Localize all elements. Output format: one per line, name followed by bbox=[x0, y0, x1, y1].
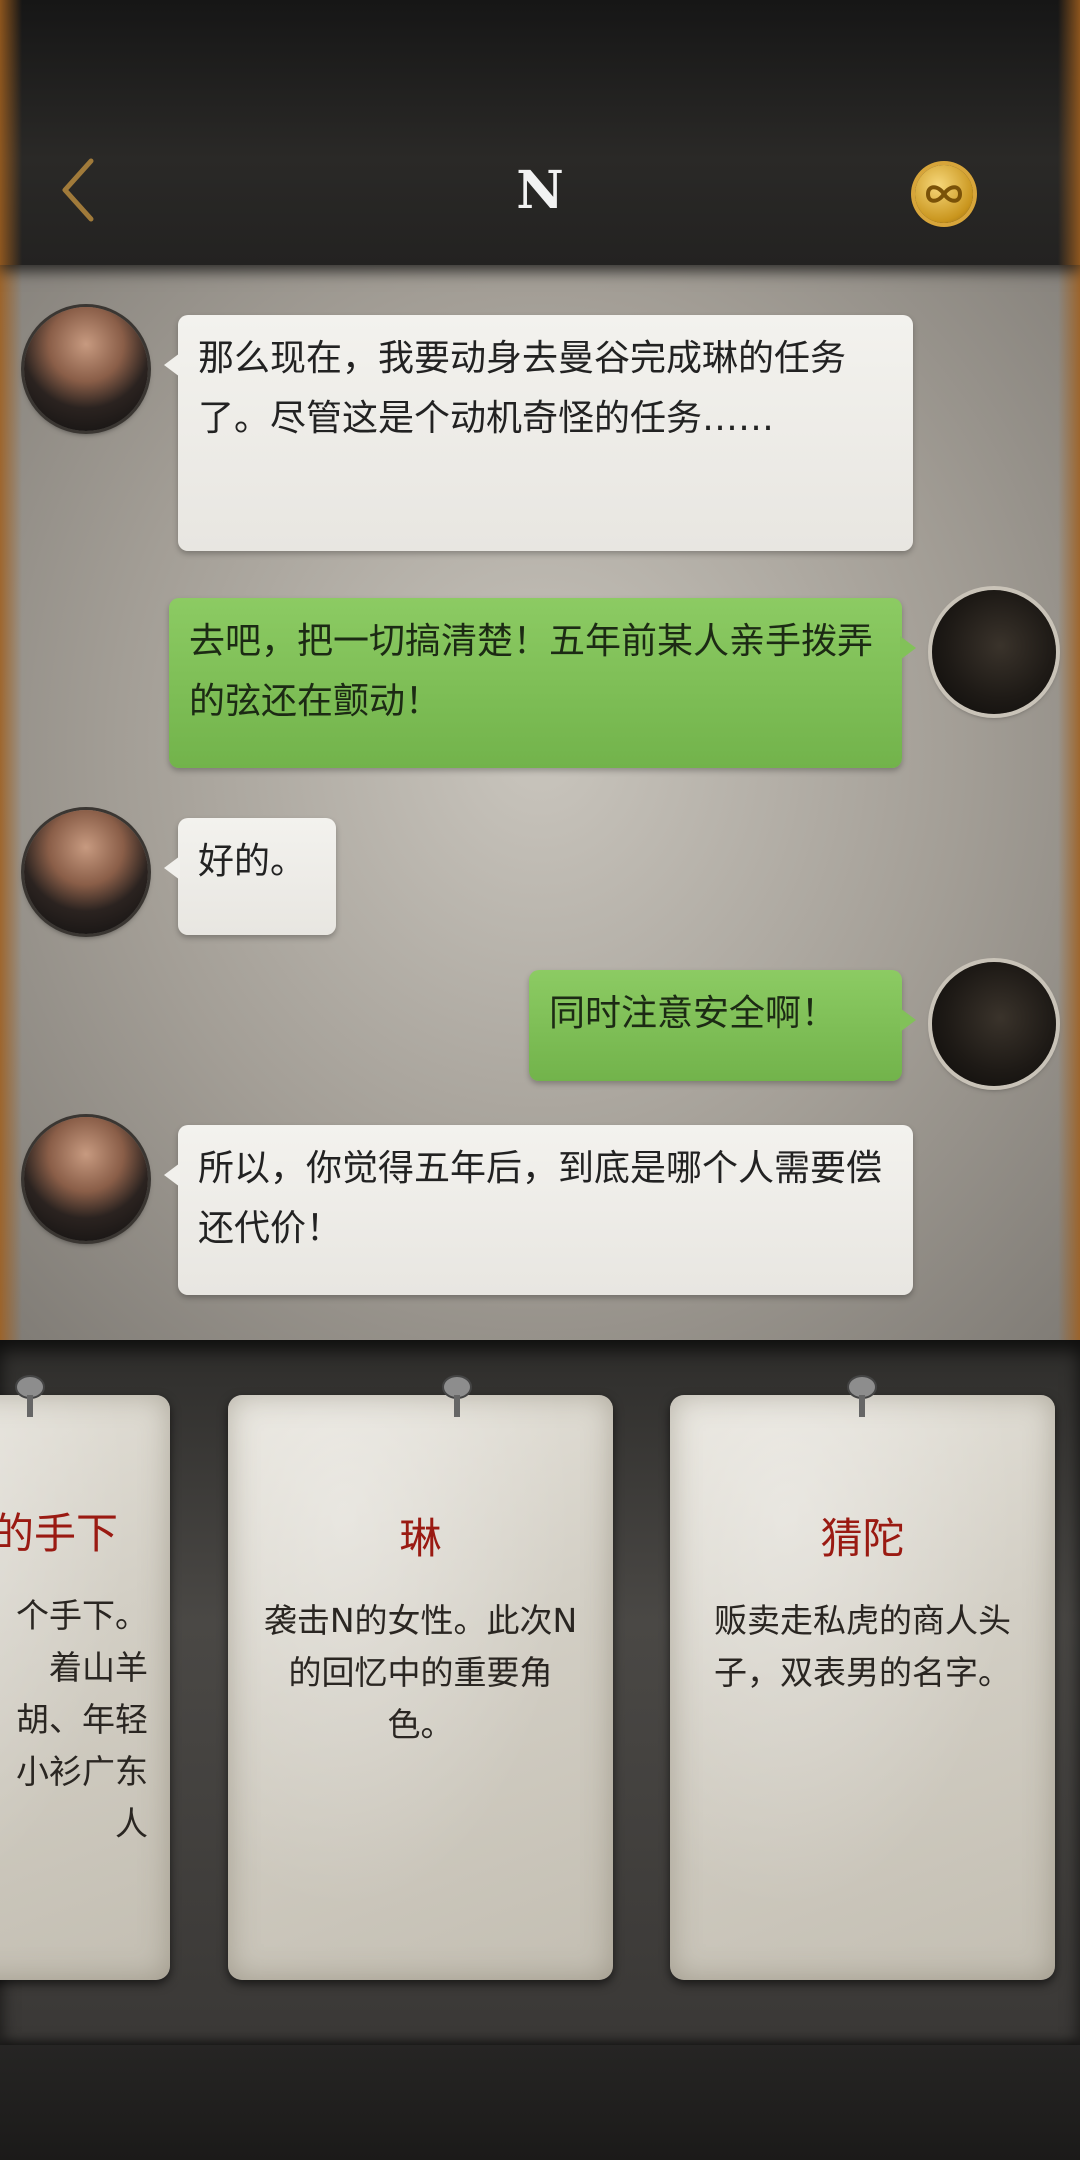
coin-button[interactable] bbox=[915, 165, 973, 223]
message-bubble-incoming: 好的。 bbox=[164, 818, 336, 935]
chat-area[interactable]: 那么现在，我要动身去曼谷完成琳的任务了。尽管这是个动机奇怪的任务…… 去吧，把一… bbox=[0, 265, 1080, 1340]
infinity-coin-icon bbox=[925, 185, 963, 203]
card-description: 袭击N的女性。此次N的回忆中的重要角色。 bbox=[263, 1601, 578, 1744]
avatar-me[interactable] bbox=[932, 590, 1056, 714]
avatar-me[interactable] bbox=[932, 962, 1056, 1086]
message-text: 去吧，把一切搞清楚！五年前某人亲手拨弄的弦还在颤动！ bbox=[189, 621, 874, 722]
bottom-bar bbox=[0, 2045, 1080, 2160]
message-bubble-outgoing: 去吧，把一切搞清楚！五年前某人亲手拨弄的弦还在颤动！ bbox=[169, 598, 916, 768]
message-bubble-incoming: 那么现在，我要动身去曼谷完成琳的任务了。尽管这是个动机奇怪的任务…… bbox=[164, 315, 913, 551]
pin-icon bbox=[847, 1375, 877, 1417]
card-description: 个手下。着山羊胡、年轻小衫广东人 bbox=[16, 1596, 148, 1843]
card-title: 猜陀 bbox=[820, 1514, 905, 1563]
message-text: 所以，你觉得五年后，到底是哪个人需要偿还代价！ bbox=[198, 1148, 883, 1249]
avatar-n[interactable] bbox=[24, 1117, 148, 1241]
card-title: 琳 bbox=[399, 1514, 442, 1563]
pin-icon bbox=[15, 1375, 45, 1417]
left-edge-glow bbox=[0, 0, 22, 265]
message-text: 那么现在，我要动身去曼谷完成琳的任务了。尽管这是个动机奇怪的任务…… bbox=[198, 338, 847, 439]
top-bar: N bbox=[0, 0, 1080, 265]
card-title: 的手下 bbox=[0, 1509, 118, 1558]
avatar-n[interactable] bbox=[24, 307, 148, 431]
message-text: 好的。 bbox=[198, 841, 307, 882]
character-card[interactable]: 琳 袭击N的女性。此次N的回忆中的重要角色。 bbox=[228, 1375, 613, 1980]
character-card[interactable]: 猜陀 贩卖走私虎的商人头子，双表男的名字。 bbox=[670, 1375, 1055, 1980]
message-bubble-incoming: 所以，你觉得五年后，到底是哪个人需要偿还代价！ bbox=[164, 1125, 913, 1295]
right-edge-glow bbox=[1058, 0, 1080, 265]
message-bubble-outgoing: 同时注意安全啊！ bbox=[529, 970, 916, 1081]
pin-icon bbox=[442, 1375, 472, 1417]
character-cards-strip[interactable]: 的手下 个手下。着山羊胡、年轻小衫广东人 琳 袭击N的女性。此次N的回忆中的重要… bbox=[0, 1340, 1080, 2045]
left-edge-glow bbox=[0, 265, 22, 1340]
message-text: 同时注意安全啊！ bbox=[549, 993, 838, 1034]
character-card[interactable]: 的手下 个手下。着山羊胡、年轻小衫广东人 bbox=[0, 1375, 170, 1980]
right-edge-glow bbox=[1058, 265, 1080, 1340]
avatar-n[interactable] bbox=[24, 810, 148, 934]
card-description: 贩卖走私虎的商人头子，双表男的名字。 bbox=[714, 1601, 1011, 1692]
